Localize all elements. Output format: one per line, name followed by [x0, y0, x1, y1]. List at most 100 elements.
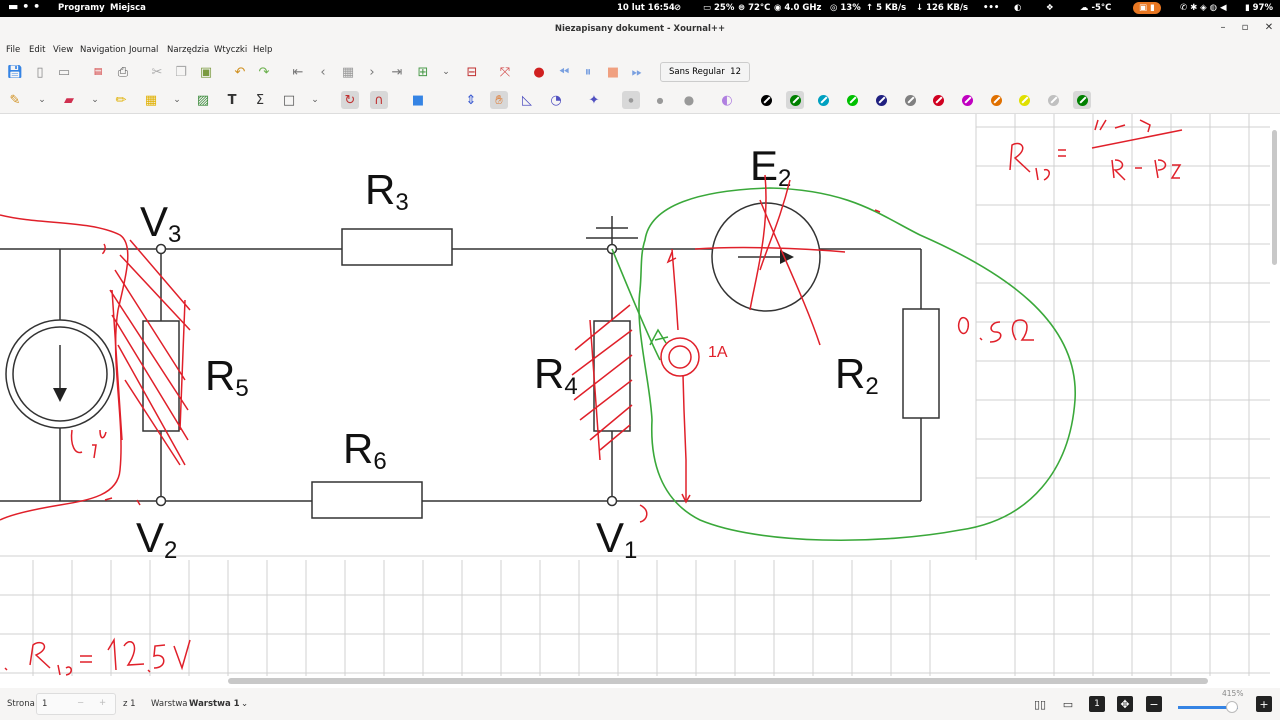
eraser-icon[interactable]: ▰ — [60, 91, 78, 109]
fill-icon[interactable]: ✦ — [585, 91, 603, 109]
fast-forward-icon[interactable]: ⏩︎ — [628, 63, 646, 81]
pen-color-swatch[interactable] — [814, 91, 832, 109]
page-number-field[interactable]: 1 − + — [36, 693, 116, 715]
programs-menu[interactable]: Programy — [58, 3, 105, 13]
pen-color-swatch[interactable] — [757, 91, 775, 109]
pen-color-swatch[interactable] — [929, 91, 947, 109]
rewind-icon[interactable]: ⏪︎ — [555, 63, 573, 81]
next-page-icon[interactable]: › — [363, 63, 381, 81]
pen-color-swatch[interactable] — [1015, 91, 1033, 109]
menu-journal[interactable]: Journal — [129, 45, 158, 55]
chevron-down-icon[interactable]: ⌄ — [437, 63, 455, 81]
fine-icon[interactable]: ● — [622, 91, 640, 109]
new-document-icon[interactable]: ▯ — [31, 63, 49, 81]
places-menu[interactable]: Miejsca — [110, 3, 146, 13]
vertical-scrollbar[interactable] — [1272, 130, 1277, 265]
app-indicator-icon[interactable]: ◐ — [1014, 3, 1021, 13]
more-indicators[interactable]: ••• — [983, 3, 999, 13]
pair-pages-icon[interactable]: ▯▯ — [1032, 696, 1048, 712]
minimize-button[interactable]: – — [1216, 22, 1230, 33]
fullscreen-icon[interactable]: ⤧ — [496, 63, 514, 81]
menu-tools[interactable]: Narzędzia — [167, 45, 209, 55]
first-page-icon[interactable]: ⇤ — [289, 63, 307, 81]
battery-indicator[interactable]: ▮ 97% — [1245, 3, 1273, 13]
clock[interactable]: 10 lut 16:54 — [617, 3, 675, 13]
drawing-canvas[interactable]: V3 R3 E2 R5 R4 R2 R6 V2 V1 1A — [0, 114, 1280, 676]
undo-icon[interactable]: ↶ — [231, 63, 249, 81]
rotation-snap-icon[interactable]: ↻ — [341, 91, 359, 109]
highlighter-icon[interactable]: ✏ — [112, 91, 130, 109]
menu-edit[interactable]: Edit — [29, 45, 45, 55]
record-icon[interactable]: ● — [530, 63, 548, 81]
pen-color-swatch[interactable] — [843, 91, 861, 109]
redo-icon[interactable]: ↷ — [255, 63, 273, 81]
menu-help[interactable]: Help — [253, 45, 272, 55]
zoom-in-icon[interactable]: + — [1256, 696, 1272, 712]
menu-file[interactable]: File — [6, 45, 20, 55]
menu-navigation[interactable]: Navigation — [80, 45, 126, 55]
canvas-drawing[interactable]: V3 R3 E2 R5 R4 R2 R6 V2 V1 1A — [0, 114, 1280, 676]
plugin-icon[interactable]: ◐ — [718, 91, 736, 109]
stop-icon[interactable]: ■ — [604, 63, 622, 81]
shape-chevron-down-icon[interactable]: ⌄ — [306, 91, 324, 109]
pen-color-swatch[interactable] — [1073, 91, 1091, 109]
save-icon[interactable]: 💾︎ — [6, 63, 24, 81]
pen-color-swatch[interactable] — [958, 91, 976, 109]
paste-icon[interactable]: ▣ — [197, 63, 215, 81]
system-tray-icons[interactable]: ✆ ✱ ◈ ◍ ◀ — [1180, 3, 1227, 13]
page-decrement-button[interactable]: − — [77, 698, 84, 708]
medium-icon[interactable]: ● — [651, 91, 669, 109]
compass-icon[interactable]: ◔ — [547, 91, 565, 109]
rect-select-icon[interactable]: ■ — [409, 91, 427, 109]
thick-icon[interactable]: ● — [680, 91, 698, 109]
cut-icon[interactable]: ✂ — [148, 63, 166, 81]
add-page-icon[interactable]: ⊞ — [414, 63, 432, 81]
app-tray-badge[interactable]: ▣ ▮ — [1133, 2, 1161, 14]
weather-widget[interactable]: ☁ -5°C — [1080, 3, 1111, 13]
menu-plugins[interactable]: Wtyczki — [214, 45, 247, 55]
dropbox-icon[interactable]: ❖ — [1046, 3, 1054, 13]
shape-icon[interactable]: □ — [280, 91, 298, 109]
window-title-bar[interactable]: Niezapisany dokument - Xournal++ – ▫ ✕ — [0, 17, 1280, 41]
setsquare-icon[interactable]: ◺ — [518, 91, 536, 109]
eraser-chevron-down-icon[interactable]: ⌄ — [86, 91, 104, 109]
presentation-icon[interactable]: ▭ — [1060, 696, 1076, 712]
page-increment-button[interactable]: + — [99, 698, 106, 708]
pen-color-swatch[interactable] — [786, 91, 804, 109]
pen-color-swatch[interactable] — [987, 91, 1005, 109]
image-icon[interactable]: ▨ — [194, 91, 212, 109]
hand-icon[interactable]: ✋︎ — [490, 91, 508, 109]
pen-icon[interactable]: ✎ — [6, 91, 24, 109]
open-icon[interactable]: ▭ — [55, 63, 73, 81]
previous-page-icon[interactable]: ‹ — [314, 63, 332, 81]
zoom-100-icon[interactable]: 1 — [1089, 696, 1105, 712]
grid-snap-icon[interactable]: ∩ — [370, 91, 388, 109]
activities-indicator-icon[interactable]: ▬ • • — [8, 0, 40, 13]
pen-color-swatch[interactable] — [872, 91, 890, 109]
select-chevron-down-icon[interactable]: ⌄ — [168, 91, 186, 109]
pen-color-swatch[interactable] — [901, 91, 919, 109]
delete-page-icon[interactable]: ⊟ — [463, 63, 481, 81]
pen-chevron-down-icon[interactable]: ⌄ — [33, 91, 51, 109]
pen-color-swatch[interactable] — [1044, 91, 1062, 109]
layer-chevron-down-icon[interactable]: ⌄ — [241, 699, 248, 709]
zoom-fit-icon[interactable]: ✥ — [1117, 696, 1133, 712]
pause-icon[interactable]: ⏸︎ — [579, 63, 597, 81]
goto-page-icon[interactable]: ▦ — [339, 63, 357, 81]
last-page-icon[interactable]: ⇥ — [388, 63, 406, 81]
maximize-button[interactable]: ▫ — [1238, 22, 1252, 33]
pdf-icon[interactable]: ▤ — [89, 63, 107, 81]
menu-view[interactable]: View — [53, 45, 73, 55]
horizontal-scrollbar[interactable] — [228, 678, 1208, 684]
latex-icon[interactable]: Σ — [251, 91, 269, 109]
print-icon[interactable]: ⎙ — [114, 63, 132, 81]
close-button[interactable]: ✕ — [1262, 22, 1276, 33]
layer-selector[interactable]: Warstwa 1 — [189, 699, 240, 709]
select-icon[interactable]: ▦ — [142, 91, 160, 109]
vertical-space-icon[interactable]: ⇕ — [462, 91, 480, 109]
zoom-slider-knob[interactable] — [1226, 701, 1238, 713]
text-icon[interactable]: T — [223, 91, 241, 109]
copy-icon[interactable]: ❐ — [172, 63, 190, 81]
font-selector[interactable]: Sans Regular 12 — [660, 62, 750, 82]
zoom-out-icon[interactable]: − — [1146, 696, 1162, 712]
